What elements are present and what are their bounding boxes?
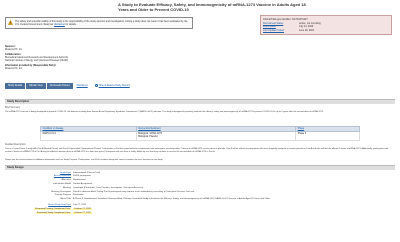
disclaimer-tab-link[interactable]: Disclaimer	[74, 83, 91, 89]
collaborator-2: National Institute of Allergy and Infect…	[5, 59, 68, 62]
first-posted-link[interactable]: First Posted	[263, 25, 297, 28]
design-key-text: Estimated Primary Completion Date	[34, 207, 71, 210]
design-key: Masking Description	[51, 190, 71, 193]
design-key: Intervention Model	[53, 182, 71, 185]
design-value: A Phase 3, Randomized, Stratified, Obser…	[73, 197, 270, 200]
intervention-cell: Biological: mRNA-1273 Biological: Placeb…	[135, 131, 297, 141]
design-key[interactable]: Actual Enrollment	[5, 175, 73, 178]
help-icon: ?	[94, 84, 98, 87]
disclaimer-body: The safety and scientific validity of th…	[15, 19, 188, 26]
disclaimer-box: The safety and scientific validity of th…	[5, 17, 193, 29]
intervention-2: Biological: Placebo	[138, 136, 158, 139]
design-value: Interventional (Clinical Trial)	[73, 171, 100, 174]
design-key-text: Estimated Study Completion Date	[36, 211, 71, 214]
tab-study-details[interactable]: Study Details	[5, 82, 26, 89]
page-title: A Study to Evaluate Efficacy, Safety, an…	[118, 2, 306, 13]
design-key[interactable]: Study Type	[5, 172, 73, 175]
warning-icon	[8, 19, 13, 25]
tab-no-results[interactable]: No Results Posted	[46, 82, 73, 89]
study-design-list: Study Type Interventional (Clinical Trial…	[5, 171, 305, 215]
last-update-value: June 18, 2021	[299, 29, 315, 33]
design-key[interactable]: Estimated Study Completion Date	[5, 211, 73, 215]
id-row: First Posted July 14, 2020	[263, 25, 389, 28]
detailed-description-text: This is a 2-part Phase 3 study with Part…	[5, 148, 389, 153]
last-update-link[interactable]: Last Update Posted	[263, 29, 297, 32]
study-id-box: ClinicalTrials.gov Identifier: NCT044704…	[260, 15, 392, 35]
disclaimer-text: The safety and scientific validity of th…	[15, 20, 190, 26]
info-value: ModernaTX, Inc.	[5, 67, 23, 70]
design-key[interactable]: Estimated Primary Completion Date	[5, 207, 73, 211]
first-posted-value: July 14, 2020	[299, 25, 314, 29]
table-row: SARS-CoV-2 Biological: mRNA-1273 Biologi…	[40, 131, 360, 141]
detailed-description-label: Detailed Description:	[5, 144, 27, 146]
design-value: Quadruple (Participant, Care Provider, I…	[73, 186, 144, 189]
design-key: Allocation	[61, 179, 72, 182]
brief-summary-text: The mRNA-1273 vaccine is being developed…	[5, 111, 324, 113]
design-key[interactable]: Actual Study Start Date	[5, 204, 73, 207]
condition-cell: SARS-CoV-2	[40, 131, 137, 141]
sponsor-value: ModernaTX, Inc.	[5, 48, 23, 51]
recruitment-status-value: Active, not recruiting	[299, 21, 321, 25]
id-row: Recruitment Status Active, not recruitin…	[263, 22, 389, 25]
design-value-text: October 27, 2022	[73, 207, 92, 210]
sponsor-block: Sponsor: ModernaTX, Inc. Collaborators: …	[5, 43, 205, 70]
conditions-table: Condition or disease Intervention/treatm…	[40, 125, 360, 141]
how-to-read-link[interactable]: ? How to Read a Study Record	[92, 83, 133, 89]
id-row: Last Update Posted June 18, 2021	[263, 29, 389, 32]
design-value: Part A is observer-blind. During Part B …	[73, 190, 195, 193]
section-study-description: Study Description	[5, 99, 395, 104]
design-value: Randomized	[73, 179, 86, 182]
design-value: October 27, 2022	[73, 207, 92, 211]
design-key: Official Title	[59, 197, 71, 200]
design-row-highlighted: Estimated Study Completion Date October 2…	[5, 211, 305, 215]
design-value-text: October 27, 2022	[73, 211, 92, 214]
section-study-design: Study Design	[5, 165, 395, 170]
tab-tabular-view[interactable]: Tabular View	[26, 82, 46, 89]
record-tabs: Study Details Tabular View No Results Po…	[5, 82, 133, 89]
detailed-description-note: Please see the section below for additio…	[5, 159, 163, 161]
recruitment-status-link[interactable]: Recruitment Status	[263, 22, 297, 25]
design-value: July 27, 2020	[73, 204, 87, 207]
design-key: Masking	[62, 186, 71, 189]
design-value: Parallel Assignment	[73, 182, 93, 185]
ct-identifier: ClinicalTrials.gov Identifier: NCT044704…	[263, 17, 308, 21]
phase-cell: Phase 3	[295, 131, 360, 141]
disclaimer-end: for details.	[65, 22, 77, 26]
design-value: October 27, 2022	[73, 211, 92, 215]
how-to-read-label: How to Read a Study Record	[98, 84, 130, 87]
brief-summary-label: Brief Summary:	[5, 107, 21, 109]
disclaimer-link[interactable]: disclaimer	[54, 23, 65, 26]
design-value: 30420 participants	[73, 175, 91, 178]
